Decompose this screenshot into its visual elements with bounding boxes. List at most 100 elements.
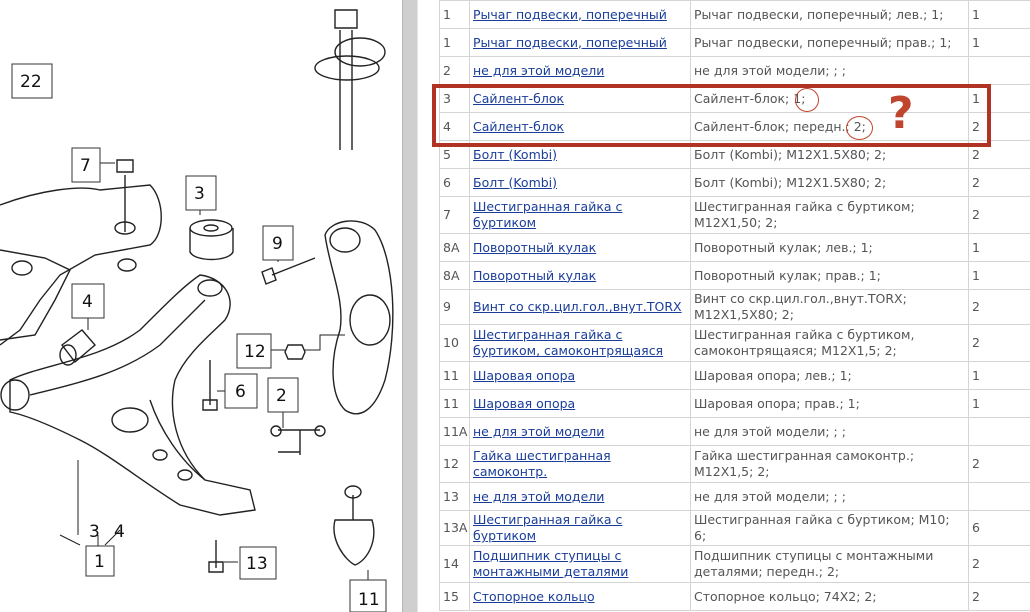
callout-labels: 22 7 3 9 4 12 6 2 3 4 1 13 11 [11,63,387,612]
cell-description: Шаровая опора; прав.; 1; [690,389,969,418]
part-link[interactable]: Рычаг подвески, поперечный [473,35,667,50]
cell-part-name: Подшипник ступицы с монтажными деталями [469,545,691,583]
cell-description: не для этой модели; ; ; [690,482,969,511]
cell-number: 11 [439,361,470,390]
cell-part-name: Поворотный кулак [469,233,691,262]
cell-part-name: не для этой модели [469,417,691,446]
part-link[interactable]: Гайка шестигранная самоконтр. [473,448,611,479]
part-link[interactable]: Винт со скр.цил.гол.,внут.TORX [473,299,682,314]
cell-number: 1 [439,28,470,57]
cell-quantity [968,482,1030,511]
callout-4-lower: 4 [114,522,125,542]
cell-part-name: Поворотный кулак [469,261,691,290]
table-row: 11 Шаровая опора Шаровая опора; лев.; 1; 1 [439,361,1030,390]
callout-1: 1 [94,552,105,572]
cell-number: 11A [439,417,470,446]
table-row: 15 Стопорное кольцо Стопорное кольцо; 74X2… [439,582,1030,611]
cell-quantity: 1 [968,28,1030,57]
cell-number: 2 [439,56,470,85]
cell-quantity: 6 [968,510,1030,546]
callout-4: 4 [82,292,93,312]
part-link[interactable]: Шестигранная гайка с буртиком [473,199,622,230]
cell-quantity [968,417,1030,446]
table-row: 9 Винт со скр.цил.гол.,внут.TORX Винт со с… [439,289,1030,325]
part-link[interactable]: не для этой модели [473,63,604,78]
cell-number: 7 [439,196,470,234]
cell-part-name: Шестигранная гайка с буртиком [469,510,691,546]
part-link[interactable]: Шестигранная гайка с буртиком, самоконтр… [473,327,663,358]
part-link[interactable]: Болт (Kombi) [473,147,557,162]
nut-7-shape [116,159,134,173]
cell-description: Подшипник ступицы с монтажными деталями;… [690,545,969,583]
callout-13: 13 [246,554,268,574]
control-arm-outline [9,274,256,516]
part-link[interactable]: Рычаг подвески, поперечный [473,7,667,22]
cell-part-name: не для этой модели [469,482,691,511]
question-mark: ? [888,88,914,139]
callout-3: 3 [194,184,205,204]
highlight-circle-qty-1 [795,88,819,112]
cell-quantity: 2 [968,324,1030,362]
callout-22: 22 [20,72,42,92]
part-link[interactable]: Шаровая опора [473,368,575,383]
cell-description: Поворотный кулак; прав.; 1; [690,261,969,290]
ball-joint-shape [333,519,375,566]
cell-part-name: Стопорное кольцо [469,582,691,611]
part-link[interactable]: Подшипник ступицы с монтажными деталями [473,548,628,579]
cell-quantity: 2 [968,445,1030,483]
part-link[interactable]: Поворотный кулак [473,268,596,283]
callout-3-lower: 3 [89,522,100,542]
table-row: 14 Подшипник ступицы с монтажными деталям… [439,545,1030,583]
pane-splitter[interactable] [402,0,418,612]
part-link[interactable]: Поворотный кулак [473,240,596,255]
highlight-circle-qty-2 [846,116,873,140]
table-row: 11 Шаровая опора Шаровая опора; прав.; 1; 1 [439,389,1030,418]
part-link[interactable]: не для этой модели [473,489,604,504]
cell-number: 12 [439,445,470,483]
parts-diagram: 22 7 3 9 4 12 6 2 3 4 1 13 11 [0,0,402,612]
cell-number: 15 [439,582,470,611]
cell-description: Шестигранная гайка с буртиком; M10; 6; [690,510,969,546]
cell-description: Стопорное кольцо; 74X2; 2; [690,582,969,611]
callout-2: 2 [276,386,287,406]
part-link[interactable]: Шаровая опора [473,396,575,411]
cell-part-name: Шестигранная гайка с буртиком [469,196,691,234]
callout-9: 9 [272,234,283,254]
cell-quantity: 2 [968,545,1030,583]
cell-part-name: Винт со скр.цил.гол.,внут.TORX [469,289,691,325]
cell-quantity: 2 [968,289,1030,325]
table-row: 13 не для этой модели не для этой модели; … [439,482,1030,511]
table-row: 6 Болт (Kombi) Болт (Kombi); M12X1.5X80; 2… [439,168,1030,197]
cell-quantity: 2 [968,582,1030,611]
cell-quantity: 1 [968,389,1030,418]
cell-number: 13A [439,510,470,546]
part-link[interactable]: Шестигранная гайка с буртиком [473,512,622,543]
suspension-drawing: 22 7 3 9 4 12 6 2 3 4 1 13 11 [0,9,394,612]
cell-description: Рычаг подвески, поперечный; лев.; 1; [690,0,969,29]
cell-description: не для этой модели; ; ; [690,56,969,85]
cell-quantity: 1 [968,0,1030,29]
cell-part-name: Шаровая опора [469,361,691,390]
cell-number: 1 [439,0,470,29]
part-link[interactable]: Болт (Kombi) [473,175,557,190]
cell-description: Поворотный кулак; лев.; 1; [690,233,969,262]
subframe-outline [0,184,162,346]
cell-quantity: 1 [968,261,1030,290]
cell-part-name: не для этой модели [469,56,691,85]
cell-quantity: 2 [968,196,1030,234]
cell-part-name: Шестигранная гайка с буртиком, самоконтр… [469,324,691,362]
bushing-4-shape [61,329,96,364]
callout-6: 6 [235,382,246,402]
table-row: 10 Шестигранная гайка с буртиком, самокон… [439,324,1030,362]
part-link[interactable]: Стопорное кольцо [473,589,595,604]
part-link[interactable]: не для этой модели [473,424,604,439]
cell-description: Шаровая опора; лев.; 1; [690,361,969,390]
table-row: 1 Рычаг подвески, поперечный Рычаг подвеск… [439,0,1030,29]
table-row: 8A Поворотный кулак Поворотный кулак; лев.… [439,233,1030,262]
cell-part-name: Рычаг подвески, поперечный [469,28,691,57]
cell-number: 9 [439,289,470,325]
cell-number: 8A [439,261,470,290]
cell-number: 13 [439,482,470,511]
cell-number: 10 [439,324,470,362]
callout-11: 11 [358,590,380,610]
